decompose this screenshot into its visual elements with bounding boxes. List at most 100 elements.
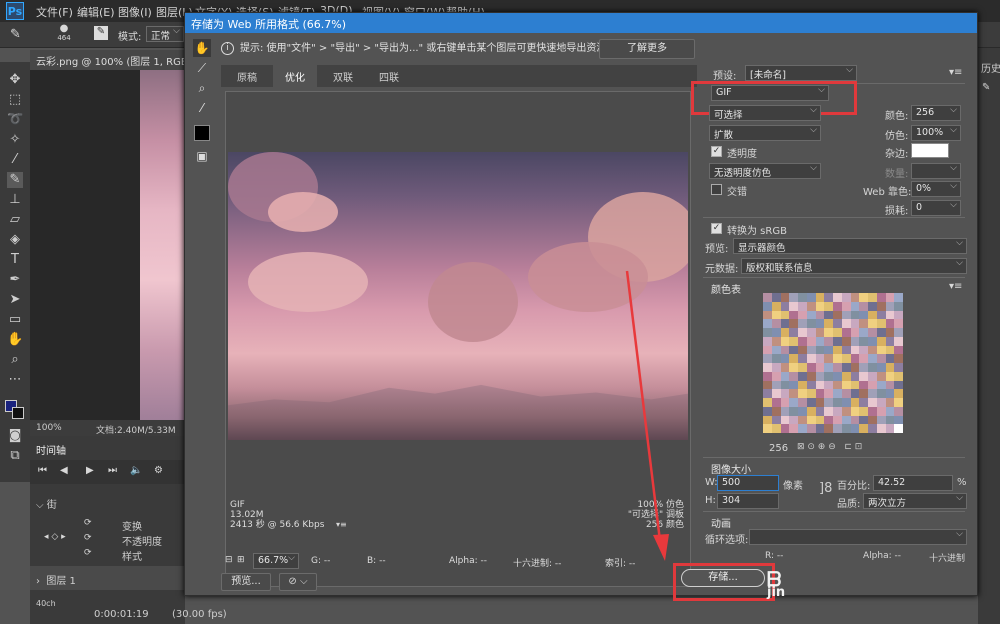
palette-swatch[interactable]	[763, 336, 772, 346]
palette-swatch[interactable]	[850, 310, 860, 320]
palette-swatch[interactable]	[833, 415, 842, 425]
mode-select[interactable]: 正常	[146, 26, 184, 42]
palette-swatch[interactable]	[841, 293, 851, 302]
menu-image[interactable]: 图像(I)	[118, 4, 152, 20]
palette-swatch[interactable]	[806, 389, 816, 398]
palette-swatch[interactable]	[763, 328, 772, 337]
palette-swatch[interactable]	[841, 336, 851, 346]
palette-swatch[interactable]	[859, 406, 868, 416]
zoom-select[interactable]: 66.7%	[253, 553, 299, 569]
palette-swatch[interactable]	[806, 310, 816, 320]
eraser-tool-icon[interactable]: ▱	[7, 212, 23, 228]
palette-swatch[interactable]	[876, 371, 886, 381]
palette-swatch[interactable]	[798, 415, 807, 425]
palette-swatch[interactable]	[833, 310, 842, 320]
palette-swatch[interactable]	[868, 424, 877, 433]
palette-swatch[interactable]	[815, 328, 825, 337]
interlaced-checkbox[interactable]	[711, 184, 722, 195]
height-input[interactable]: 304	[717, 493, 779, 509]
palette-swatch[interactable]	[824, 293, 833, 302]
palette-swatch[interactable]	[780, 319, 790, 328]
stopwatch-icon[interactable]: ⟳	[84, 533, 92, 543]
palette-swatch[interactable]	[806, 380, 816, 390]
palette-swatch[interactable]	[789, 293, 798, 302]
palette-swatch[interactable]	[894, 380, 903, 390]
width-input[interactable]: 500	[717, 475, 779, 491]
menu-edit[interactable]: 编辑(E)	[77, 4, 115, 20]
palette-swatch[interactable]	[876, 389, 886, 398]
palette-swatch[interactable]	[780, 363, 790, 372]
palette-swatch[interactable]	[868, 389, 877, 398]
palette-swatch[interactable]	[798, 398, 807, 407]
palette-swatch[interactable]	[868, 328, 877, 337]
palette-swatch[interactable]	[833, 301, 842, 311]
colors-select[interactable]: 256	[911, 105, 961, 121]
zoom-tool-icon[interactable]: ⌕	[193, 79, 211, 97]
palette-swatch[interactable]	[850, 389, 860, 398]
palette-swatch[interactable]	[815, 363, 825, 372]
brush-panel-icon[interactable]: ✎	[94, 26, 108, 40]
prev-frame-icon[interactable]: ◀	[60, 465, 68, 476]
preset-menu-icon[interactable]: ▾≡	[949, 67, 962, 78]
palette-swatch[interactable]	[841, 354, 851, 363]
palette-swatch[interactable]	[789, 336, 798, 346]
palette-swatch[interactable]	[798, 328, 807, 337]
learn-more-button[interactable]: 了解更多	[599, 39, 695, 59]
palette-swatch[interactable]	[789, 380, 798, 390]
palette-swatch[interactable]	[894, 319, 903, 328]
palette-swatch[interactable]	[885, 415, 895, 425]
palette-swatch[interactable]	[815, 336, 825, 346]
palette-swatch[interactable]	[763, 415, 772, 425]
palette-swatch[interactable]	[833, 319, 842, 328]
palette-swatch[interactable]	[771, 389, 781, 398]
palette-swatch[interactable]	[894, 310, 903, 320]
palette-swatch[interactable]	[771, 363, 781, 372]
more-tools-icon[interactable]: ⋯	[7, 372, 23, 388]
dither-select[interactable]: 100%	[911, 125, 961, 141]
palette-swatch[interactable]	[806, 301, 816, 311]
palette-swatch[interactable]	[824, 328, 833, 337]
palette-swatch[interactable]	[876, 380, 886, 390]
palette-swatch[interactable]	[841, 424, 851, 433]
layer-track[interactable]: › 图层 1	[30, 566, 185, 590]
browser-preview-button[interactable]: ⊘ ⌵	[279, 573, 317, 591]
palette-swatch[interactable]	[789, 301, 798, 311]
palette-swatch[interactable]	[771, 293, 781, 302]
palette-swatch[interactable]	[859, 328, 868, 337]
palette-swatch[interactable]	[824, 301, 833, 311]
palette-swatch[interactable]	[868, 415, 877, 425]
lossy-select[interactable]: 0	[911, 200, 961, 216]
palette-swatch[interactable]	[841, 310, 851, 320]
palette-swatch[interactable]	[894, 371, 903, 381]
tab-original[interactable]: 原稿	[225, 65, 269, 87]
marquee-tool-icon[interactable]: ⬚	[7, 92, 23, 108]
palette-swatch[interactable]	[806, 371, 816, 381]
magic-wand-tool-icon[interactable]: ✧	[7, 132, 23, 148]
palette-swatch[interactable]	[771, 371, 781, 381]
palette-swatch[interactable]	[876, 424, 886, 433]
palette-swatch[interactable]	[798, 424, 807, 433]
palette-swatch[interactable]	[780, 424, 790, 433]
preset-select[interactable]: [未命名]	[745, 65, 857, 81]
palette-swatch[interactable]	[841, 398, 851, 407]
transparency-dither-select[interactable]: 无透明度仿色	[709, 163, 821, 179]
timeline-track[interactable]: ⌵ 街	[36, 496, 191, 511]
lasso-tool-icon[interactable]: ➰	[7, 112, 23, 128]
palette-swatch[interactable]	[833, 328, 842, 337]
palette-swatch[interactable]	[824, 389, 833, 398]
palette-swatch[interactable]	[763, 406, 772, 416]
palette-swatch[interactable]	[894, 301, 903, 311]
palette-swatch[interactable]	[850, 293, 860, 302]
loop-select[interactable]	[749, 529, 967, 545]
palette-swatch[interactable]	[789, 363, 798, 372]
palette-swatch[interactable]	[763, 301, 772, 311]
palette-swatch[interactable]	[806, 424, 816, 433]
type-tool-icon[interactable]: T	[7, 252, 23, 268]
palette-swatch[interactable]	[876, 363, 886, 372]
palette-swatch[interactable]	[885, 406, 895, 416]
palette-swatch[interactable]	[763, 380, 772, 390]
palette-swatch[interactable]	[841, 345, 851, 355]
palette-swatch[interactable]	[771, 345, 781, 355]
palette-swatch[interactable]	[885, 363, 895, 372]
keyframe-nav-icon[interactable]: ◂ ◇ ▸	[44, 532, 66, 542]
